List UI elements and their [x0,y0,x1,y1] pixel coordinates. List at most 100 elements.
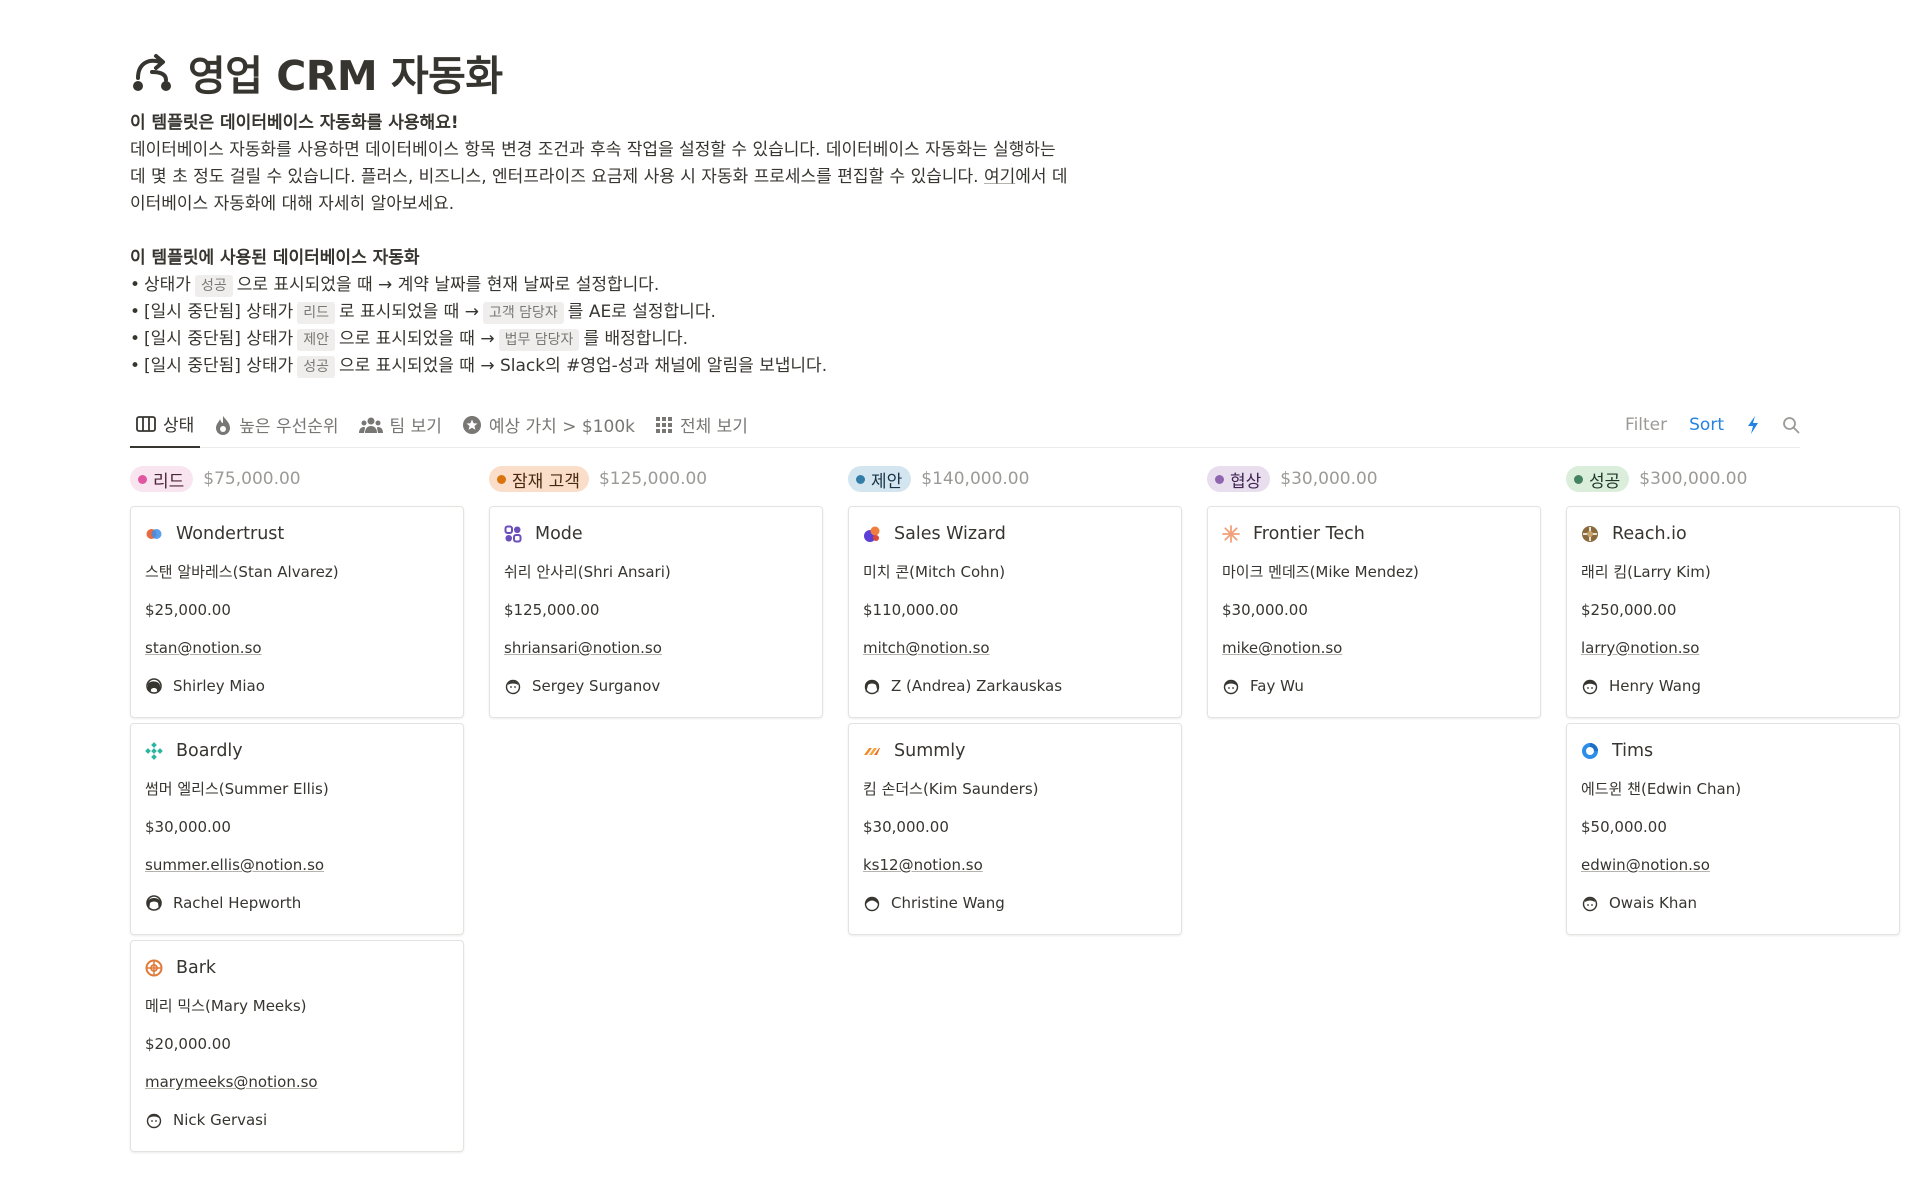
tab-expected-value[interactable]: 예상 가치 > $100k [456,402,641,448]
card-contact: 마이크 멘데즈(Mike Mendez) [1222,563,1419,581]
card-owner: Henry Wang [1581,673,1885,699]
status-pill-lead[interactable]: 리드 [130,466,194,492]
card-company: Frontier Tech [1222,521,1526,547]
card-value: $20,000.00 [145,1035,231,1053]
card-value: $30,000.00 [1222,601,1308,619]
tab-status[interactable]: 상태 [130,402,201,448]
reach-logo [1582,526,1598,542]
avatar [1582,896,1598,912]
status-pill-proposal[interactable]: 제안 [848,466,912,492]
boardly-logo [145,742,163,760]
avatar [1582,679,1598,695]
automation-bullet: • 상태가 성공 으로 표시되었을 때 → 계약 날짜를 현재 날짜로 설정합니… [130,274,660,297]
page: 영업 CRM 자동화 이 템플릿은 데이터베이스 자동화를 사용해요! 데이터베… [130,40,1920,1152]
card-contact: 킴 손더스(Kim Saunders) [863,780,1039,798]
card-email[interactable]: stan@notion.so [145,635,449,661]
mode-logo [504,525,522,543]
card-value: $25,000.00 [145,601,231,619]
card-owner: Owais Khan [1581,890,1885,916]
column-sum: $75,000.00 [203,469,301,489]
card-contact: 쉬리 안사리(Shri Ansari) [504,563,671,581]
column-won: 성공 $300,000.00 Reach.io 래리 킴(Larry Kim) … [1566,462,1900,1157]
card-company: Sales Wizard [863,521,1167,547]
card-company: Bark [145,955,449,981]
card-email[interactable]: marymeeks@notion.so [145,1069,449,1095]
deal-card[interactable]: Summly 킴 손더스(Kim Saunders) $30,000.00 ks… [848,723,1182,935]
deal-card[interactable]: Bark 메리 믹스(Mary Meeks) $20,000.00 maryme… [130,940,464,1152]
star-icon [462,415,481,434]
learn-more-link[interactable]: 여기 [984,167,1015,187]
status-pill-won[interactable]: 성공 [1566,466,1630,492]
column-lead: 리드 $75,000.00 Wondertrust 스탠 알바레스(Stan A… [130,462,464,1157]
people-icon [358,417,383,433]
avatar [505,679,521,695]
tab-high-priority[interactable]: 높은 우선순위 [208,402,344,448]
column-sum: $30,000.00 [1280,469,1378,489]
avatar [146,1113,162,1129]
status-pill-negotiation[interactable]: 협상 [1207,466,1271,492]
status-dot [856,474,865,484]
card-company: Reach.io [1581,521,1885,547]
column-negotiation: 협상 $30,000.00 Frontier Tech 마이크 멘데즈(Mike… [1207,462,1541,1157]
tims-logo [1582,743,1598,759]
view-tabs-bar: 상태 높은 우선순위 팀 보기 예상 가치 > $100k 전체 보기 Filt… [130,402,1800,448]
tab-all-view[interactable]: 전체 보기 [649,402,754,448]
deal-card[interactable]: Frontier Tech 마이크 멘데즈(Mike Mendez) $30,0… [1207,506,1541,718]
deal-card[interactable]: Sales Wizard 미치 콘(Mitch Cohn) $110,000.0… [848,506,1182,718]
title-row: 영업 CRM 자동화 [130,40,1920,104]
status-tag: 리드 [297,301,335,324]
card-company: Summly [863,738,1167,764]
column-header: 협상 $30,000.00 [1207,462,1541,496]
card-contact: 에드윈 챈(Edwin Chan) [1581,780,1742,798]
card-company: Mode [504,521,808,547]
view-toolbar: Filter Sort [1603,402,1800,448]
card-contact: 썸머 엘리스(Summer Ellis) [145,780,329,798]
card-owner: Christine Wang [863,890,1167,916]
column-sum: $140,000.00 [921,469,1030,489]
board-icon [136,415,156,432]
card-email[interactable]: summer.ellis@notion.so [145,852,449,878]
page-title: 영업 CRM 자동화 [188,52,503,100]
card-email[interactable]: mitch@notion.so [863,635,1167,661]
automation-button[interactable] [1746,415,1760,435]
card-email[interactable]: mike@notion.so [1222,635,1526,661]
status-pill-prospect[interactable]: 잠재 고객 [489,466,589,492]
tab-team-view[interactable]: 팀 보기 [353,402,448,448]
card-owner: Z (Andrea) Zarkauskas [863,673,1167,699]
card-value: $125,000.00 [504,601,600,619]
card-owner: Nick Gervasi [145,1107,449,1133]
sales-wizard-logo [864,526,880,542]
avatar [864,896,880,912]
column-header: 리드 $75,000.00 [130,462,464,496]
deal-card[interactable]: Tims 에드윈 챈(Edwin Chan) $50,000.00 edwin@… [1566,723,1900,935]
deal-card[interactable]: Boardly 썸머 엘리스(Summer Ellis) $30,000.00 … [130,723,464,935]
column-sum: $300,000.00 [1639,469,1748,489]
card-contact: 미치 콘(Mitch Cohn) [863,563,1006,581]
card-email[interactable]: edwin@notion.so [1581,852,1885,878]
column-proposal: 제안 $140,000.00 Sales Wizard 미치 콘(Mitch C… [848,462,1182,1157]
deal-card[interactable]: Wondertrust 스탠 알바레스(Stan Alvarez) $25,00… [130,506,464,718]
sort-button[interactable]: Sort [1689,415,1724,435]
card-owner: Fay Wu [1222,673,1526,699]
search-button[interactable] [1782,416,1800,434]
automation-bullet: • [일시 중단됨] 상태가 성공 으로 표시되었을 때 → Slack의 #영… [130,355,828,378]
avatar [146,678,162,694]
filter-button[interactable]: Filter [1625,415,1667,435]
card-owner: Shirley Miao [145,673,449,699]
deal-card[interactable]: Reach.io 래리 킴(Larry Kim) $250,000.00 lar… [1566,506,1900,718]
automation-icon [133,54,171,91]
column-sum: $125,000.00 [598,469,708,489]
frontier-tech-logo [1222,525,1240,543]
intro-heading: 이 템플릿은 데이터베이스 자동화를 사용해요! [130,113,459,133]
automation-bullet: • [일시 중단됨] 상태가 제안 으로 표시되었을 때 → 법무 담당자 를 … [130,328,689,351]
wondertrust-logo [146,529,162,539]
card-email[interactable]: shriansari@notion.so [504,635,808,661]
card-email[interactable]: larry@notion.so [1581,635,1885,661]
card-contact: 메리 믹스(Mary Meeks) [145,997,307,1015]
avatar [864,679,880,695]
card-value: $30,000.00 [145,818,231,836]
deal-card[interactable]: Mode 쉬리 안사리(Shri Ansari) $125,000.00 shr… [489,506,823,718]
card-email[interactable]: ks12@notion.so [863,852,1167,878]
status-dot [138,474,147,484]
search-icon [1783,417,1800,434]
